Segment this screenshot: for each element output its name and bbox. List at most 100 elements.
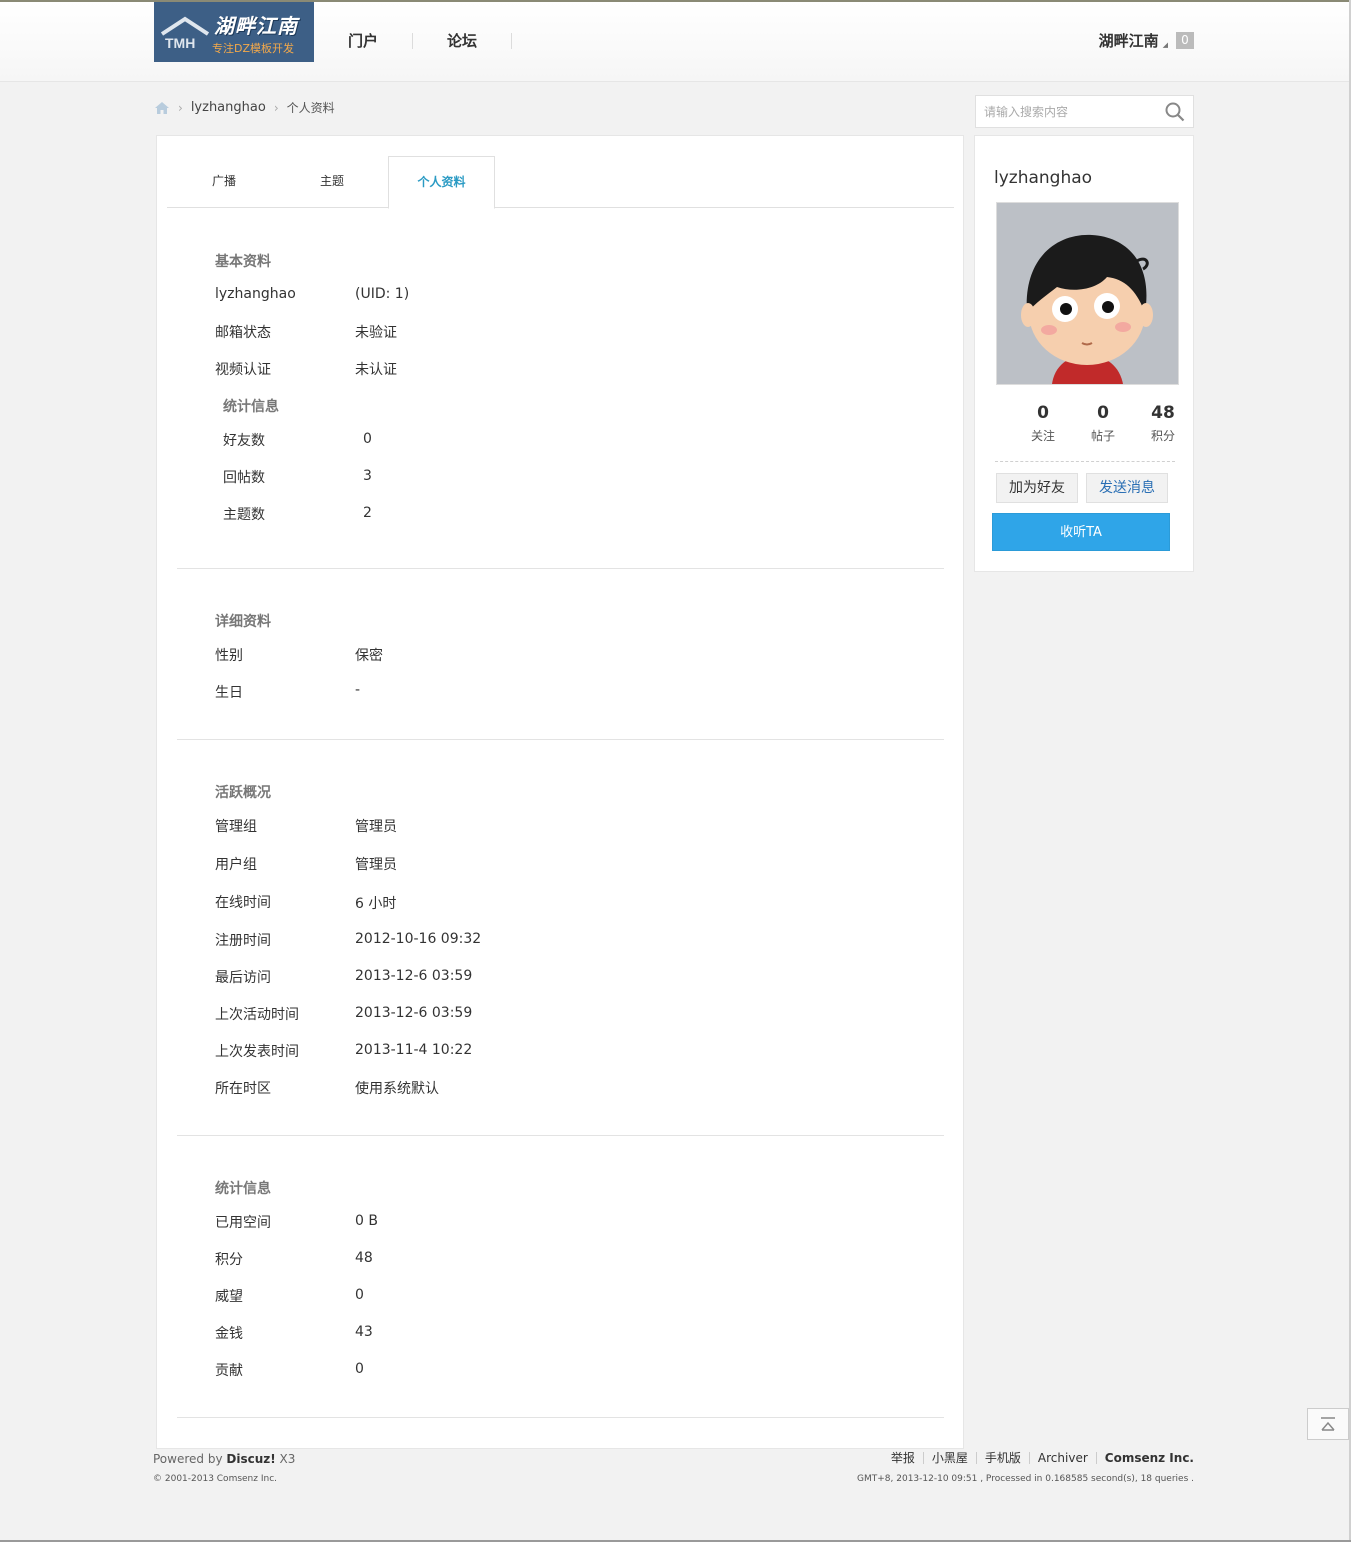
footer-link-archiver[interactable]: Archiver (1028, 1452, 1096, 1464)
row-label: 积分 (215, 1252, 243, 1268)
section-title: 活跃概况 (215, 785, 271, 801)
footer-link-report[interactable]: 举报 (883, 1452, 923, 1464)
row-label: 金钱 (215, 1326, 243, 1342)
caret-icon[interactable]: ◢ (1163, 41, 1168, 49)
logo-letters: TMH (165, 35, 195, 51)
user-group-link[interactable]: 管理员 (355, 854, 397, 874)
section-title: 详细资料 (215, 614, 271, 630)
chevron-right-icon: › (178, 100, 183, 115)
notice-count-badge[interactable]: 0 (1176, 32, 1194, 49)
avatar[interactable] (996, 202, 1179, 385)
footer-link-mobile[interactable]: 手机版 (975, 1452, 1029, 1464)
tab-broadcast[interactable]: 广播 (185, 156, 263, 208)
logo-title: 湖畔江南 (214, 14, 298, 38)
footer-links: 举报 小黑屋 手机版 Archiver Comsenz Inc. (883, 1452, 1194, 1464)
stat-number: 0 (1097, 403, 1109, 423)
powered-prefix: Powered by (153, 1452, 227, 1466)
section-statistics: 统计信息 已用空间 0 B 积分 48 威望 0 金钱 43 贡献 0 (177, 1136, 944, 1418)
row-label: 好友数 (223, 433, 265, 449)
home-icon[interactable] (154, 101, 170, 115)
nav-item-forum[interactable]: 论坛 (413, 33, 513, 49)
row-value: 2013-11-4 10:22 (355, 1042, 473, 1058)
reply-count-link[interactable]: 3 (363, 468, 372, 484)
section-activity: 活跃概况 管理组 管理员 用户组 管理员 在线时间 6 小时 注册时间 2012… (177, 740, 944, 1136)
breadcrumb-user[interactable]: lyzhanghao (191, 100, 266, 115)
stat-number: 48 (1151, 403, 1175, 423)
stat-posts[interactable]: 0 帖子 (1073, 403, 1133, 444)
main-panel: 广播 主题 个人资料 基本资料 lyzhanghao (UID: 1) 邮箱状态… (156, 135, 964, 1449)
row-value: 0 (355, 1287, 364, 1303)
row-value: 6 小时 (355, 896, 397, 912)
chevron-right-icon: › (273, 100, 279, 115)
arrow-up-icon (1321, 1417, 1335, 1431)
section-title: 统计信息 (215, 1181, 271, 1197)
tab-threads[interactable]: 主题 (293, 156, 371, 208)
row-value: 43 (355, 1324, 373, 1340)
footer-stat: GMT+8, 2013-12-10 09:51 , Processed in 0… (857, 1474, 1194, 1484)
nav-item-portal[interactable]: 门户 (314, 33, 414, 49)
row-value: 未验证 (355, 325, 397, 341)
row-label: 性别 (215, 648, 243, 664)
section-detail: 详细资料 性别 保密 生日 - (177, 569, 944, 740)
stat-credits[interactable]: 48 积分 (1133, 403, 1193, 444)
row-label: 主题数 (223, 507, 265, 523)
row-label: 回帖数 (223, 470, 265, 486)
row-label: 所在时区 (215, 1081, 271, 1097)
profile-username: lyzhanghao (215, 286, 296, 302)
user-area: 湖畔江南 ◢ 0 (1099, 30, 1194, 51)
footer-link-blacklist[interactable]: 小黑屋 (922, 1452, 976, 1464)
row-label: 视频认证 (215, 362, 271, 378)
stat-following[interactable]: 0 关注 (1013, 403, 1073, 444)
row-label: 最后访问 (215, 970, 271, 986)
row-value: 使用系统默认 (355, 1081, 439, 1097)
row-label: 生日 (215, 685, 243, 701)
user-menu[interactable]: 湖畔江南 (1099, 30, 1159, 51)
footer-copyright: © 2001-2013 Comsenz Inc. (153, 1474, 278, 1484)
divider (995, 461, 1175, 462)
row-label: 贡献 (215, 1363, 243, 1379)
row-value: - (355, 682, 361, 698)
row-label: 威望 (215, 1289, 243, 1305)
stat-label: 关注 (1030, 429, 1055, 443)
profile-tabs: 广播 主题 个人资料 (167, 156, 954, 209)
add-friend-button[interactable]: 加为好友 (996, 473, 1078, 503)
row-value: 2013-12-6 03:59 (355, 1005, 473, 1021)
row-label: 邮箱状态 (215, 325, 271, 341)
row-label: 上次活动时间 (215, 1007, 299, 1023)
row-label: 用户组 (215, 857, 257, 873)
thread-count-link[interactable]: 2 (363, 505, 372, 521)
follow-button[interactable]: 收听TA (992, 513, 1170, 551)
section-title: 基本资料 (215, 254, 271, 270)
row-label: 注册时间 (215, 933, 271, 949)
side-username[interactable]: lyzhanghao (994, 168, 1092, 188)
stat-label: 帖子 (1090, 429, 1115, 443)
row-label: 已用空间 (215, 1215, 271, 1231)
row-value: 未认证 (355, 362, 397, 378)
subsection-title: 统计信息 (223, 399, 279, 415)
house-logo-icon: TMH (160, 16, 210, 51)
main-nav: 门户 论坛 (314, 2, 513, 80)
row-value: 0 (355, 1361, 364, 1377)
send-message-button[interactable]: 发送消息 (1086, 473, 1168, 503)
tab-profile[interactable]: 个人资料 (388, 156, 495, 209)
search-input[interactable] (984, 103, 1154, 121)
powered-brand-link[interactable]: Discuz! (226, 1452, 275, 1466)
site-logo[interactable]: TMH 湖畔江南 专注DZ模板开发 (154, 2, 314, 62)
row-value: 2012-10-16 09:32 (355, 931, 482, 947)
row-label: 管理组 (215, 819, 257, 835)
footer-link-comsenz[interactable]: Comsenz Inc. (1095, 1452, 1194, 1464)
powered-version: X3 (275, 1452, 296, 1466)
avatar-image (997, 203, 1178, 384)
row-value: 保密 (355, 648, 383, 664)
row-value: 2013-12-6 03:59 (355, 968, 473, 984)
row-value: 48 (355, 1250, 373, 1266)
row-value: 0 B (355, 1213, 378, 1229)
friend-count-link[interactable]: 0 (363, 431, 372, 447)
search-icon[interactable] (1165, 102, 1185, 122)
stat-label: 积分 (1150, 429, 1175, 443)
header: TMH 湖畔江南 专注DZ模板开发 门户 论坛 湖畔江南 ◢ 0 (0, 2, 1351, 82)
side-panel: lyzhanghao 0 关注 0 帖子 48 积分 加为好友 发送消息 收听T… (974, 135, 1194, 572)
stat-number: 0 (1037, 403, 1049, 423)
back-to-top-button[interactable] (1307, 1408, 1349, 1440)
admin-group-link[interactable]: 管理员 (355, 816, 397, 836)
